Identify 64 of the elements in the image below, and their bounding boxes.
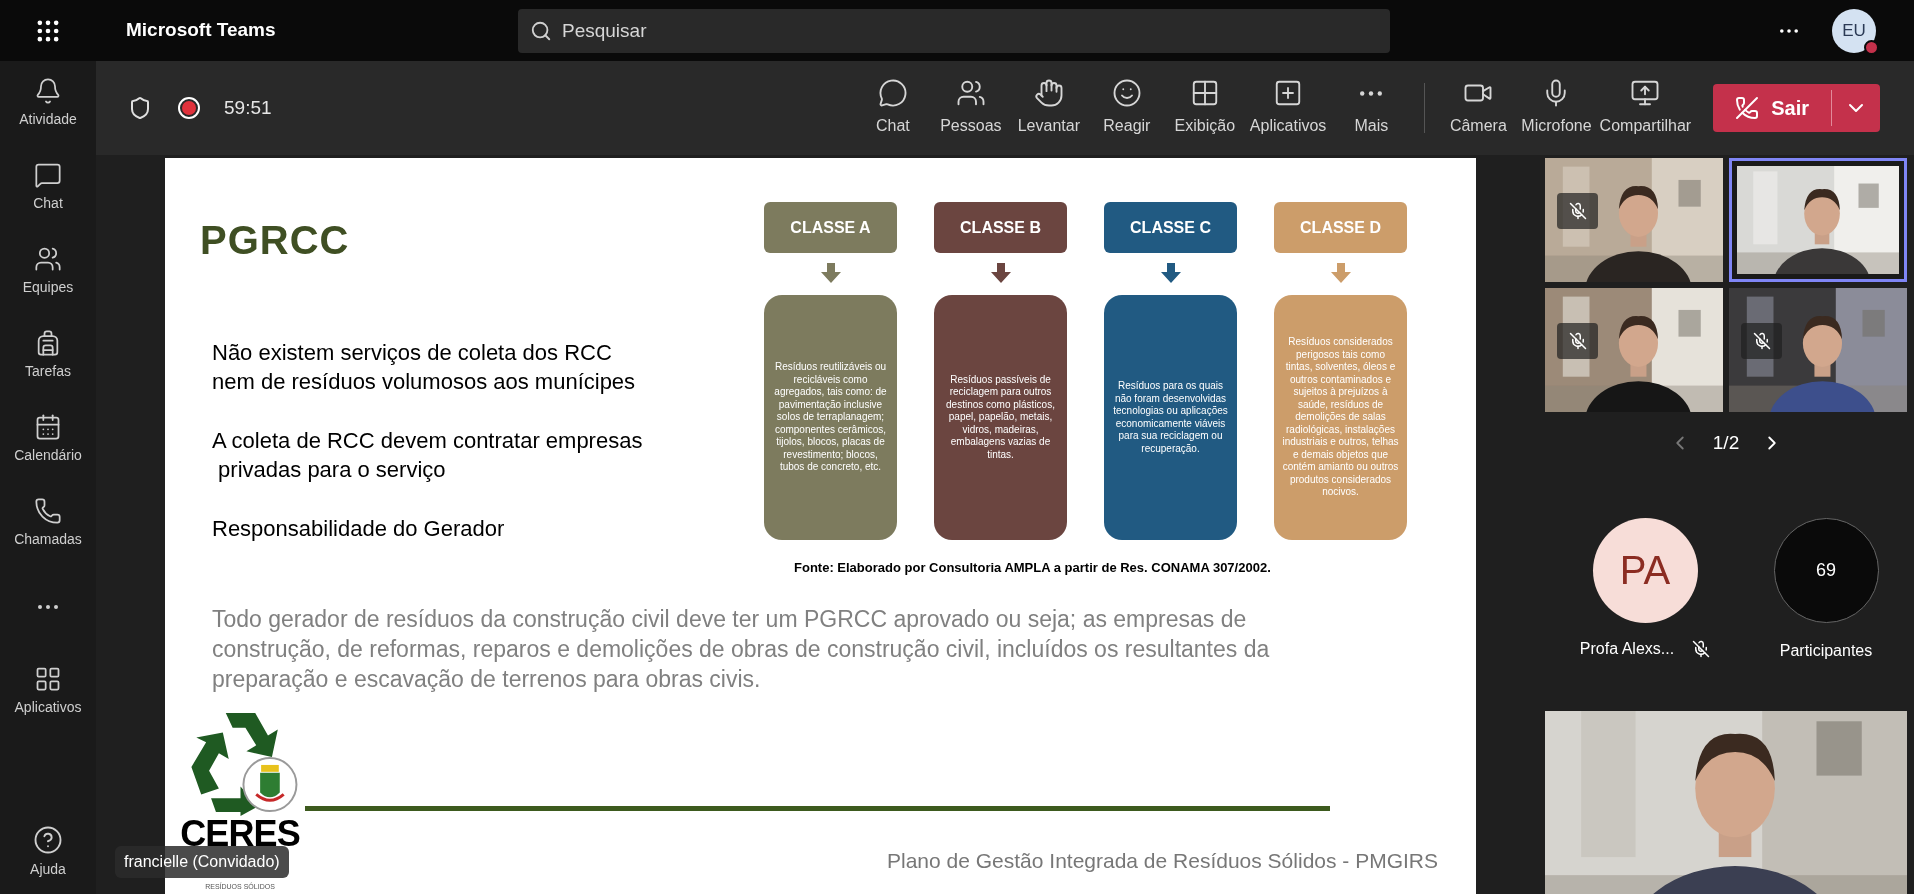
- down-arrow-icon: [1160, 263, 1181, 283]
- toolbar-button[interactable]: Chat: [853, 72, 932, 144]
- shield-icon[interactable]: [128, 96, 152, 120]
- toolbar-button[interactable]: Levantar: [1009, 72, 1088, 144]
- more-icon[interactable]: [38, 605, 58, 609]
- rail-item[interactable]: Atividade: [0, 61, 96, 145]
- user-avatar[interactable]: EU: [1832, 8, 1876, 53]
- share-screen-icon: [1630, 78, 1661, 108]
- slide-title: PGRCC: [200, 217, 351, 264]
- toolbar-button[interactable]: Aplicativos: [1243, 72, 1333, 144]
- toolbar-button[interactable]: Pessoas: [931, 72, 1010, 144]
- toolbar-button[interactable]: Microfone: [1517, 72, 1596, 144]
- toolbar-button[interactable]: Exibição: [1165, 72, 1244, 144]
- search-field[interactable]: Pesquisar: [518, 8, 1390, 53]
- search-icon: [530, 19, 552, 42]
- chat-icon: [877, 78, 908, 108]
- class-description: Resíduos para os quais não foram desenvolvidas tecnologias ou aplicações economicamente viáveis para sua reciclagem ou recuperação.: [1104, 295, 1237, 540]
- class-description: Resíduos passíveis de reciclagem para outros destinos como plásticos, papel, papelão, metais, vidros, madeiras, embalagens vazias de tintas.: [934, 295, 1067, 540]
- meeting-timer: 59:51: [224, 95, 272, 120]
- class-description: Resíduos considerados perigosos tais como tintas, solventes, óleos e outros contaminados e sujeitos à prejuízos à saúde, resíduos de demolições de salas radiológicas, instalações industriais e outros, telhas e demais objetos que contém amianto ou outros produtos considerados nocivos.: [1274, 295, 1407, 540]
- slide-paragraph: Todo gerador de resíduos da construção civil deve ter um PGRCC aprovado ou seja; as empresas de construção, de reformas, reparos e demolições de obras de construção civil, incluídos os resultantes da preparação e escavação de terrenos para obras civis.: [211, 604, 1271, 694]
- class-header: CLASSE C: [1104, 202, 1237, 253]
- toolbar-button[interactable]: Câmera: [1439, 72, 1518, 144]
- slide-text: Não existem serviços de coleta dos RCC: [212, 339, 613, 367]
- down-arrow-icon: [820, 263, 841, 283]
- bell-icon: [34, 76, 62, 105]
- phone-icon: [34, 496, 62, 525]
- rail-item[interactable]: Aplicativos: [0, 649, 96, 733]
- hang-up-icon: [1735, 96, 1760, 120]
- help-icon: [33, 824, 63, 855]
- class-header: CLASSE A: [764, 202, 897, 253]
- rail-item[interactable]: Chat: [0, 145, 96, 229]
- presenter-label: francielle (Convidado): [115, 846, 289, 878]
- class-header: CLASSE B: [934, 202, 1067, 253]
- participant-avatar[interactable]: PA: [1592, 517, 1698, 623]
- source-caption: Fonte: Elaborado por Consultoria AMPLA a partir de Res. CONAMA 307/2002.: [794, 559, 1272, 577]
- rail-item[interactable]: Tarefas: [0, 313, 96, 397]
- slide-text: A coleta de RCC devem contratar empresas: [212, 427, 644, 455]
- slide-footer: Plano de Gestão Integrada de Resíduos Sólidos - PMGIRS: [887, 844, 1438, 876]
- app-title: Microsoft Teams: [125, 18, 277, 43]
- slide-text: Responsabilidade do Gerador: [212, 515, 506, 543]
- participant-count[interactable]: 69: [1773, 517, 1879, 623]
- people-icon: [955, 78, 986, 108]
- class-description: Resíduos reutilizáveis ou recicláveis como agregados, tais como: de pavimentação inclusive solos de terraplanagem; componentes cerâmicos, tijolos, blocos, placas de revestimento; blocos, tubos de concreto, etc.: [764, 295, 897, 540]
- slide-text: nem de resíduos volumosos aos munícipes: [212, 368, 637, 396]
- smile-icon: [1111, 78, 1142, 108]
- participant-name: Profa Alexs...: [1579, 638, 1675, 659]
- rail-item[interactable]: Chamadas: [0, 481, 96, 565]
- rail-item[interactable]: Ajuda: [0, 810, 96, 894]
- more-icon: [1360, 90, 1383, 96]
- hand-icon: [1033, 78, 1064, 108]
- participants-label: Participantes: [1779, 640, 1873, 661]
- toolbar-button[interactable]: Reagir: [1087, 72, 1166, 144]
- more-icon[interactable]: [1780, 28, 1798, 33]
- down-arrow-icon: [990, 263, 1011, 283]
- rail-item[interactable]: Calendário: [0, 397, 96, 481]
- page-indicator: 1/2: [1712, 431, 1740, 455]
- calendar-icon: [34, 412, 62, 441]
- slide-text: privadas para o serviço: [217, 456, 447, 484]
- toolbar-button[interactable]: Compartilhar: [1595, 72, 1696, 144]
- toolbar-button[interactable]: Mais: [1332, 72, 1411, 144]
- class-header: CLASSE D: [1274, 202, 1407, 253]
- rail-item[interactable]: Equipes: [0, 229, 96, 313]
- down-arrow-icon: [1330, 263, 1351, 283]
